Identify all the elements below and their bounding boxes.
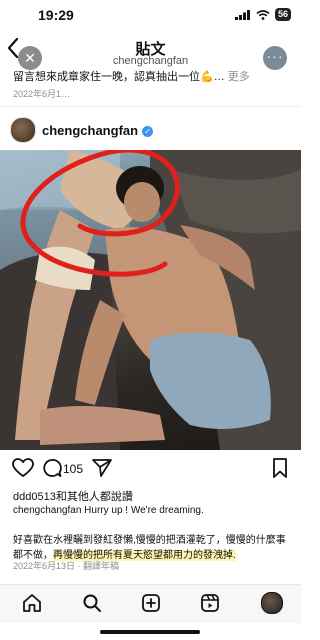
post-caption: chengchangfan Hurry up ! We're dreaming.… [13, 503, 293, 563]
post-photo[interactable] [0, 150, 301, 450]
send-icon[interactable] [92, 458, 112, 478]
avatar[interactable] [10, 117, 36, 143]
verified-badge-icon: ✓ [142, 126, 154, 137]
battery-indicator: 56 [274, 8, 291, 21]
comment-icon[interactable] [42, 458, 62, 478]
post-date: 2022年6月13日 · 翻譯年稿 [13, 561, 120, 571]
search-icon[interactable] [82, 593, 102, 613]
caption-username[interactable]: chengchangfan [13, 505, 81, 516]
wifi-icon [256, 9, 270, 20]
previous-post-date: 2022年6月1… [13, 89, 71, 99]
post-page-header: 貼文 chengchangfan [0, 30, 301, 68]
more-horizontal-icon[interactable]: ··· [263, 46, 287, 70]
avatar[interactable] [261, 592, 283, 614]
more-link[interactable]: 更多 [228, 71, 250, 83]
post-username[interactable]: chengchangfan ✓ [42, 123, 154, 138]
bookmark-icon[interactable] [272, 458, 288, 478]
previous-post-caption: 留言想來成章家住一晚，認真抽出一位💪… 更多 [13, 70, 293, 84]
translate-link[interactable]: 翻譯年稿 [83, 561, 119, 571]
caption-head: Hurry up ! We're dreaming. [81, 505, 204, 516]
status-bar: 19:29 56 [0, 0, 301, 30]
previous-caption-text: 留言想來成章家住一晚，認真抽出一位💪… [13, 71, 225, 83]
plus-square-icon[interactable] [141, 593, 161, 613]
home-indicator [100, 630, 200, 634]
status-time: 19:29 [38, 7, 74, 23]
post-actions: 105 [0, 458, 301, 482]
bottom-navigation [0, 584, 301, 623]
home-icon[interactable] [22, 593, 42, 613]
post-date-text: 2022年6月13日 [13, 561, 76, 571]
photo-illustration [0, 150, 301, 450]
username-text[interactable]: chengchangfan [42, 123, 138, 138]
status-icons: 56 [234, 8, 291, 21]
comment-count: 105 [63, 462, 84, 476]
heart-icon[interactable] [12, 458, 34, 478]
reels-icon[interactable] [200, 593, 220, 613]
likes-summary[interactable]: ddd0513和其他人都說讚 [13, 488, 133, 504]
page-subtitle: chengchangfan [112, 55, 189, 67]
signal-icon [234, 9, 250, 20]
post-header: chengchangfan ✓ [0, 115, 301, 145]
divider [0, 106, 301, 107]
close-icon[interactable]: ✕ [18, 46, 42, 70]
